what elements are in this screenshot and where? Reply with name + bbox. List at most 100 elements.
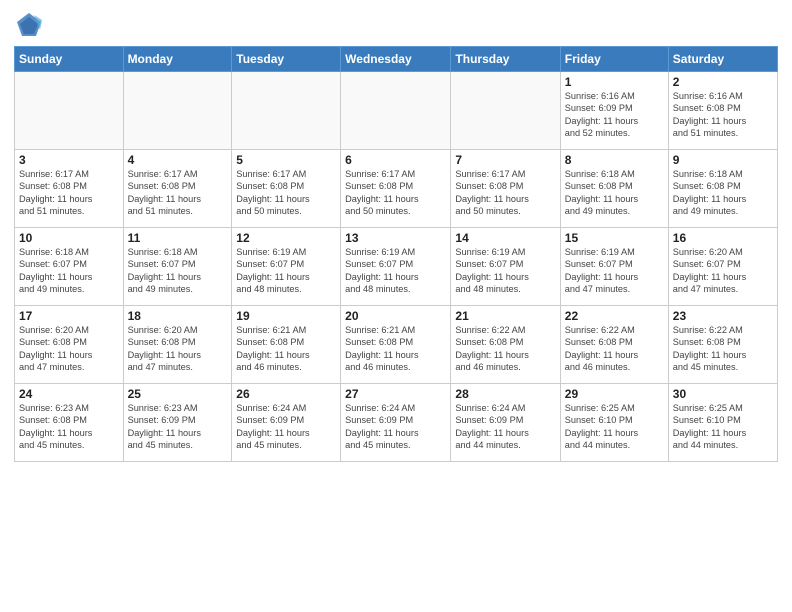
day-number: 21 bbox=[455, 309, 555, 323]
day-cell bbox=[123, 72, 232, 150]
day-number: 16 bbox=[673, 231, 773, 245]
day-number: 13 bbox=[345, 231, 446, 245]
day-number: 30 bbox=[673, 387, 773, 401]
col-header-saturday: Saturday bbox=[668, 47, 777, 72]
day-info: Sunrise: 6:19 AMSunset: 6:07 PMDaylight:… bbox=[236, 246, 336, 296]
day-cell: 30Sunrise: 6:25 AMSunset: 6:10 PMDayligh… bbox=[668, 384, 777, 462]
day-info: Sunrise: 6:23 AMSunset: 6:08 PMDaylight:… bbox=[19, 402, 119, 452]
day-number: 4 bbox=[128, 153, 228, 167]
day-cell: 13Sunrise: 6:19 AMSunset: 6:07 PMDayligh… bbox=[341, 228, 451, 306]
day-cell: 20Sunrise: 6:21 AMSunset: 6:08 PMDayligh… bbox=[341, 306, 451, 384]
day-cell: 24Sunrise: 6:23 AMSunset: 6:08 PMDayligh… bbox=[15, 384, 124, 462]
day-number: 8 bbox=[565, 153, 664, 167]
day-cell: 23Sunrise: 6:22 AMSunset: 6:08 PMDayligh… bbox=[668, 306, 777, 384]
day-number: 25 bbox=[128, 387, 228, 401]
day-number: 2 bbox=[673, 75, 773, 89]
day-number: 20 bbox=[345, 309, 446, 323]
logo bbox=[14, 10, 48, 40]
day-info: Sunrise: 6:16 AMSunset: 6:08 PMDaylight:… bbox=[673, 90, 773, 140]
day-cell: 27Sunrise: 6:24 AMSunset: 6:09 PMDayligh… bbox=[341, 384, 451, 462]
day-number: 18 bbox=[128, 309, 228, 323]
day-number: 1 bbox=[565, 75, 664, 89]
day-info: Sunrise: 6:16 AMSunset: 6:09 PMDaylight:… bbox=[565, 90, 664, 140]
day-number: 3 bbox=[19, 153, 119, 167]
day-info: Sunrise: 6:18 AMSunset: 6:08 PMDaylight:… bbox=[565, 168, 664, 218]
col-header-tuesday: Tuesday bbox=[232, 47, 341, 72]
day-cell: 26Sunrise: 6:24 AMSunset: 6:09 PMDayligh… bbox=[232, 384, 341, 462]
day-cell: 14Sunrise: 6:19 AMSunset: 6:07 PMDayligh… bbox=[451, 228, 560, 306]
day-number: 11 bbox=[128, 231, 228, 245]
day-number: 19 bbox=[236, 309, 336, 323]
day-cell: 16Sunrise: 6:20 AMSunset: 6:07 PMDayligh… bbox=[668, 228, 777, 306]
col-header-sunday: Sunday bbox=[15, 47, 124, 72]
day-cell: 22Sunrise: 6:22 AMSunset: 6:08 PMDayligh… bbox=[560, 306, 668, 384]
day-cell: 6Sunrise: 6:17 AMSunset: 6:08 PMDaylight… bbox=[341, 150, 451, 228]
day-cell: 4Sunrise: 6:17 AMSunset: 6:08 PMDaylight… bbox=[123, 150, 232, 228]
day-info: Sunrise: 6:21 AMSunset: 6:08 PMDaylight:… bbox=[345, 324, 446, 374]
day-number: 28 bbox=[455, 387, 555, 401]
day-info: Sunrise: 6:20 AMSunset: 6:08 PMDaylight:… bbox=[128, 324, 228, 374]
day-info: Sunrise: 6:24 AMSunset: 6:09 PMDaylight:… bbox=[345, 402, 446, 452]
day-info: Sunrise: 6:17 AMSunset: 6:08 PMDaylight:… bbox=[128, 168, 228, 218]
col-header-monday: Monday bbox=[123, 47, 232, 72]
day-cell: 11Sunrise: 6:18 AMSunset: 6:07 PMDayligh… bbox=[123, 228, 232, 306]
calendar: SundayMondayTuesdayWednesdayThursdayFrid… bbox=[14, 46, 778, 462]
day-cell: 2Sunrise: 6:16 AMSunset: 6:08 PMDaylight… bbox=[668, 72, 777, 150]
logo-icon bbox=[14, 10, 44, 40]
day-cell: 19Sunrise: 6:21 AMSunset: 6:08 PMDayligh… bbox=[232, 306, 341, 384]
day-info: Sunrise: 6:17 AMSunset: 6:08 PMDaylight:… bbox=[19, 168, 119, 218]
day-info: Sunrise: 6:23 AMSunset: 6:09 PMDaylight:… bbox=[128, 402, 228, 452]
day-cell bbox=[232, 72, 341, 150]
header bbox=[14, 10, 778, 40]
day-cell: 21Sunrise: 6:22 AMSunset: 6:08 PMDayligh… bbox=[451, 306, 560, 384]
page: SundayMondayTuesdayWednesdayThursdayFrid… bbox=[0, 0, 792, 612]
day-cell: 15Sunrise: 6:19 AMSunset: 6:07 PMDayligh… bbox=[560, 228, 668, 306]
day-cell bbox=[451, 72, 560, 150]
day-info: Sunrise: 6:22 AMSunset: 6:08 PMDaylight:… bbox=[565, 324, 664, 374]
week-row-5: 24Sunrise: 6:23 AMSunset: 6:08 PMDayligh… bbox=[15, 384, 778, 462]
day-info: Sunrise: 6:19 AMSunset: 6:07 PMDaylight:… bbox=[565, 246, 664, 296]
day-cell: 10Sunrise: 6:18 AMSunset: 6:07 PMDayligh… bbox=[15, 228, 124, 306]
day-info: Sunrise: 6:20 AMSunset: 6:08 PMDaylight:… bbox=[19, 324, 119, 374]
day-cell: 5Sunrise: 6:17 AMSunset: 6:08 PMDaylight… bbox=[232, 150, 341, 228]
day-number: 29 bbox=[565, 387, 664, 401]
day-info: Sunrise: 6:25 AMSunset: 6:10 PMDaylight:… bbox=[673, 402, 773, 452]
day-info: Sunrise: 6:17 AMSunset: 6:08 PMDaylight:… bbox=[345, 168, 446, 218]
day-number: 9 bbox=[673, 153, 773, 167]
day-cell bbox=[341, 72, 451, 150]
day-info: Sunrise: 6:17 AMSunset: 6:08 PMDaylight:… bbox=[455, 168, 555, 218]
day-info: Sunrise: 6:24 AMSunset: 6:09 PMDaylight:… bbox=[236, 402, 336, 452]
col-header-wednesday: Wednesday bbox=[341, 47, 451, 72]
day-info: Sunrise: 6:19 AMSunset: 6:07 PMDaylight:… bbox=[455, 246, 555, 296]
day-cell: 1Sunrise: 6:16 AMSunset: 6:09 PMDaylight… bbox=[560, 72, 668, 150]
day-number: 15 bbox=[565, 231, 664, 245]
day-number: 6 bbox=[345, 153, 446, 167]
day-cell: 18Sunrise: 6:20 AMSunset: 6:08 PMDayligh… bbox=[123, 306, 232, 384]
day-number: 24 bbox=[19, 387, 119, 401]
week-row-2: 3Sunrise: 6:17 AMSunset: 6:08 PMDaylight… bbox=[15, 150, 778, 228]
day-cell: 28Sunrise: 6:24 AMSunset: 6:09 PMDayligh… bbox=[451, 384, 560, 462]
day-cell: 29Sunrise: 6:25 AMSunset: 6:10 PMDayligh… bbox=[560, 384, 668, 462]
header-row: SundayMondayTuesdayWednesdayThursdayFrid… bbox=[15, 47, 778, 72]
day-number: 7 bbox=[455, 153, 555, 167]
day-info: Sunrise: 6:18 AMSunset: 6:08 PMDaylight:… bbox=[673, 168, 773, 218]
day-info: Sunrise: 6:25 AMSunset: 6:10 PMDaylight:… bbox=[565, 402, 664, 452]
col-header-thursday: Thursday bbox=[451, 47, 560, 72]
day-info: Sunrise: 6:20 AMSunset: 6:07 PMDaylight:… bbox=[673, 246, 773, 296]
day-cell: 17Sunrise: 6:20 AMSunset: 6:08 PMDayligh… bbox=[15, 306, 124, 384]
day-number: 17 bbox=[19, 309, 119, 323]
day-cell: 9Sunrise: 6:18 AMSunset: 6:08 PMDaylight… bbox=[668, 150, 777, 228]
day-number: 10 bbox=[19, 231, 119, 245]
day-info: Sunrise: 6:21 AMSunset: 6:08 PMDaylight:… bbox=[236, 324, 336, 374]
day-info: Sunrise: 6:17 AMSunset: 6:08 PMDaylight:… bbox=[236, 168, 336, 218]
day-number: 12 bbox=[236, 231, 336, 245]
day-number: 27 bbox=[345, 387, 446, 401]
day-number: 22 bbox=[565, 309, 664, 323]
week-row-3: 10Sunrise: 6:18 AMSunset: 6:07 PMDayligh… bbox=[15, 228, 778, 306]
day-cell: 25Sunrise: 6:23 AMSunset: 6:09 PMDayligh… bbox=[123, 384, 232, 462]
day-number: 23 bbox=[673, 309, 773, 323]
day-cell: 3Sunrise: 6:17 AMSunset: 6:08 PMDaylight… bbox=[15, 150, 124, 228]
day-cell: 7Sunrise: 6:17 AMSunset: 6:08 PMDaylight… bbox=[451, 150, 560, 228]
day-info: Sunrise: 6:24 AMSunset: 6:09 PMDaylight:… bbox=[455, 402, 555, 452]
day-cell bbox=[15, 72, 124, 150]
